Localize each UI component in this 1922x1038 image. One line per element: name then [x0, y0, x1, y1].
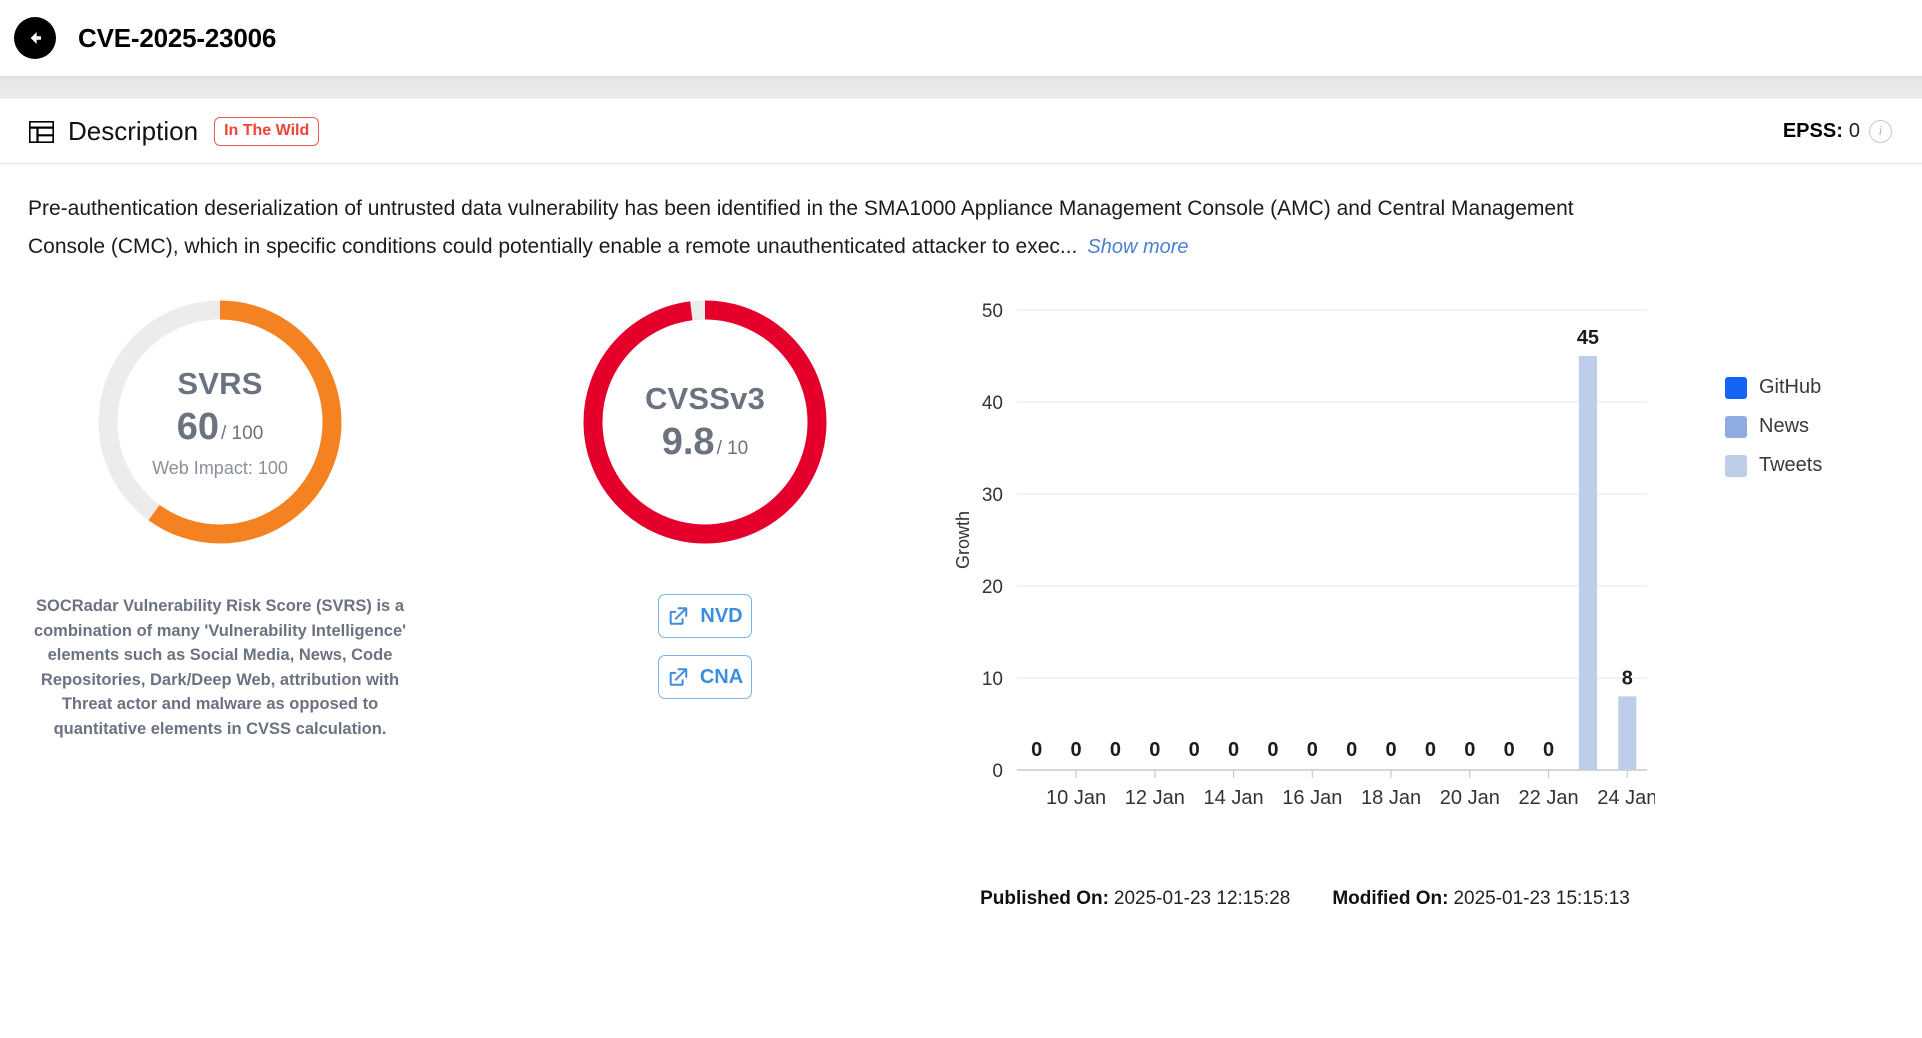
bar-value-label: 0 — [1071, 739, 1082, 761]
bar-value-label: 0 — [1149, 739, 1160, 761]
y-axis-tick-label: 40 — [982, 393, 1003, 414]
growth-chart-panel: 0 10 20 30 40 50 Growth 0 0 0 0 0 0 0 0 0 0 0 0 0 0 45 8 10 Jan… — [953, 288, 1922, 909]
epss-label: EPSS: — [1782, 120, 1843, 142]
x-axis-tick-label: 22 Jan — [1519, 787, 1579, 809]
bar-value-label: 0 — [1386, 739, 1397, 761]
growth-bar-chart: 0 10 20 30 40 50 Growth 0 0 0 0 0 0 0 0 0 0 0 0 0 0 45 8 10 Jan… — [953, 288, 1657, 848]
y-axis-tick-label: 20 — [982, 577, 1003, 598]
cvss-label: CVSSv3 — [644, 381, 766, 416]
legend-swatch-github — [1725, 376, 1747, 399]
legend-swatch-news — [1725, 415, 1747, 438]
description-paragraph: Pre-authentication deserialization of un… — [28, 190, 1588, 266]
description-card: Description In The Wild EPSS: 0 i Pre-au… — [0, 99, 1922, 909]
status-badge-in-the-wild: In The Wild — [214, 117, 320, 146]
y-axis-tick-label: 50 — [982, 301, 1003, 322]
svrs-score-max: / 100 — [221, 423, 264, 445]
bar-value-label: 0 — [1228, 739, 1239, 761]
metrics-row: SVRS 60/ 100 Web Impact: 100 SOCRadar Vu… — [0, 266, 1922, 909]
modified-on: Modified On: 2025-01-23 15:15:13 — [1332, 888, 1630, 910]
svrs-score-value: 60 — [176, 406, 219, 449]
x-axis-tick-label: 16 Jan — [1282, 787, 1342, 809]
cna-link-label: CNA — [699, 665, 744, 688]
external-link-icon — [667, 666, 689, 688]
bar-value-label: 0 — [1425, 739, 1436, 761]
description-title: Description — [68, 116, 199, 146]
cvss-panel: CVSSv3 9.8/ 10 NVD CNA — [540, 288, 870, 898]
x-axis-tick-label: 24 Jan — [1597, 787, 1655, 809]
legend-label-news: News — [1759, 415, 1810, 437]
cvss-donut-center: CVSSv3 9.8/ 10 — [579, 296, 831, 548]
top-header-bar: CVE-2025-23006 — [0, 0, 1922, 76]
svrs-description-note: SOCRadar Vulnerability Risk Score (SVRS)… — [33, 597, 407, 738]
modified-on-label: Modified On: — [1332, 888, 1449, 909]
record-dates: Published On: 2025-01-23 12:15:28 Modifie… — [955, 888, 1655, 910]
cvss-donut-chart: CVSSv3 9.8/ 10 — [579, 296, 831, 548]
y-axis-tick-label: 30 — [982, 485, 1003, 506]
arrow-left-circle-icon — [22, 25, 48, 51]
cna-link-button[interactable]: CNA — [658, 655, 752, 699]
cvss-score: 9.8/ 10 — [661, 421, 749, 464]
svrs-panel: SVRS 60/ 100 Web Impact: 100 SOCRadar Vu… — [34, 288, 406, 898]
bar-value-label: 0 — [1031, 739, 1042, 761]
svrs-web-impact: Web Impact: 100 — [152, 457, 288, 478]
epss-value: 0 — [1848, 120, 1860, 142]
chart-bar[interactable] — [1618, 696, 1637, 770]
epss-indicator: EPSS: 0 i — [1783, 120, 1892, 143]
cvss-score-max: / 10 — [716, 438, 749, 460]
section-divider — [0, 76, 1922, 99]
chart-bar[interactable] — [1578, 356, 1597, 770]
external-link-icon — [667, 605, 689, 627]
legend-item-news[interactable]: News — [1725, 415, 1822, 438]
bar-value-label: 0 — [1543, 739, 1554, 761]
bar-value-label: 0 — [1189, 739, 1200, 761]
bar-value-label: 0 — [1346, 739, 1357, 761]
table-list-icon — [28, 119, 54, 145]
y-axis-tick-label: 10 — [982, 669, 1003, 690]
nvd-link-label: NVD — [700, 604, 743, 627]
bar-value-label: 0 — [1464, 739, 1475, 761]
description-text: Pre-authentication deserialization of un… — [28, 197, 1574, 258]
show-more-link[interactable]: Show more — [1087, 236, 1188, 258]
legend-label-tweets: Tweets — [1759, 454, 1823, 476]
y-axis-tick-label: 0 — [992, 761, 1003, 782]
bar-value-label: 0 — [1267, 739, 1278, 761]
modified-on-value: 2025-01-23 15:15:13 — [1453, 888, 1630, 909]
svrs-donut-chart: SVRS 60/ 100 Web Impact: 100 — [94, 296, 346, 548]
x-axis-tick-label: 12 Jan — [1125, 787, 1185, 809]
legend-label-github: GitHub — [1759, 376, 1822, 398]
y-axis-title: Growth — [955, 511, 973, 569]
x-axis-tick-label: 10 Jan — [1046, 787, 1106, 809]
cvss-link-buttons: NVD CNA — [658, 594, 752, 699]
bar-value-label: 8 — [1622, 667, 1633, 689]
svrs-label: SVRS — [177, 366, 263, 401]
info-circle-icon[interactable]: i — [1869, 120, 1892, 143]
legend-swatch-tweets — [1725, 454, 1747, 477]
nvd-link-button[interactable]: NVD — [658, 594, 752, 638]
back-button[interactable] — [14, 17, 56, 59]
cvss-score-value: 9.8 — [661, 421, 715, 464]
legend-item-github[interactable]: GitHub — [1725, 376, 1822, 399]
bar-value-label: 0 — [1110, 739, 1121, 761]
description-body: Pre-authentication deserialization of un… — [0, 164, 1922, 266]
page-title: CVE-2025-23006 — [78, 22, 277, 53]
bar-value-label: 0 — [1504, 739, 1515, 761]
x-axis-tick-label: 14 Jan — [1204, 787, 1264, 809]
published-on-value: 2025-01-23 12:15:28 — [1113, 888, 1291, 909]
legend-item-tweets[interactable]: Tweets — [1725, 454, 1822, 477]
x-axis-tick-label: 20 Jan — [1440, 787, 1500, 809]
description-card-header: Description In The Wild EPSS: 0 i — [0, 100, 1922, 164]
bar-value-label: 0 — [1307, 739, 1318, 761]
svrs-score: 60/ 100 — [176, 406, 264, 449]
published-on-label: Published On: — [980, 888, 1109, 909]
x-axis-tick-label: 18 Jan — [1361, 787, 1421, 809]
chart-legend: GitHub News Tweets — [1725, 376, 1822, 477]
published-on: Published On: 2025-01-23 12:15:28 — [980, 888, 1290, 910]
bar-value-label: 45 — [1577, 327, 1599, 349]
svrs-donut-center: SVRS 60/ 100 Web Impact: 100 — [94, 296, 346, 548]
